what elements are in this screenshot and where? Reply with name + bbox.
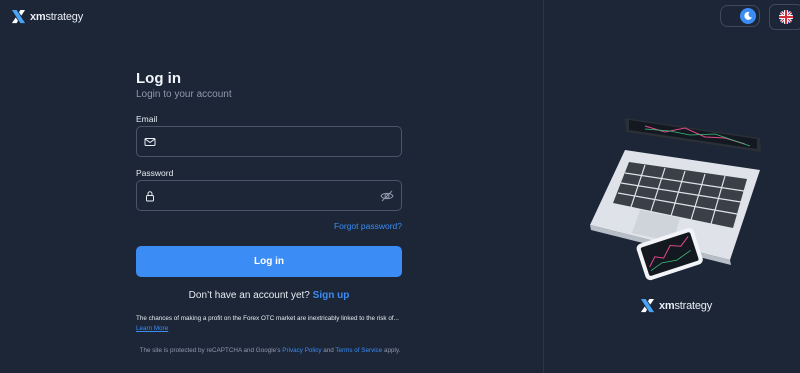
login-button[interactable]: Log in	[136, 246, 402, 277]
brand-logo-icon	[640, 298, 655, 313]
page-subtitle: Login to your account	[136, 89, 232, 100]
laptop-phone-illustration	[590, 118, 761, 281]
uk-flag-icon	[779, 10, 793, 24]
brand-logo-icon	[11, 9, 26, 24]
moon-icon	[740, 8, 756, 24]
recaptcha-notice: The site is protected by reCAPTCHA and G…	[136, 346, 404, 356]
recaptcha-and: and	[323, 347, 334, 354]
terms-of-service-link[interactable]: Terms of Service	[335, 347, 382, 354]
email-label: Email	[136, 114, 158, 124]
risk-disclaimer: The chances of making a profit on the Fo…	[136, 314, 404, 334]
signup-prompt: Don’t have an account yet? Sign up	[136, 290, 402, 301]
theme-toggle[interactable]	[720, 5, 760, 27]
recaptcha-text: The site is protected by reCAPTCHA and G…	[139, 347, 281, 354]
lock-icon	[146, 191, 154, 202]
promo-brand-name: xmstrategy	[659, 299, 713, 312]
eye-off-icon[interactable]	[380, 189, 394, 203]
brand-logo[interactable]: xmstrategy	[11, 9, 83, 24]
language-button[interactable]	[769, 4, 800, 30]
email-field[interactable]	[136, 126, 402, 157]
no-account-text: Don’t have an account yet?	[188, 290, 310, 301]
brand-name: xmstrategy	[30, 10, 84, 23]
risk-text: The chances of making a profit on the Fo…	[136, 315, 399, 322]
recaptcha-apply: apply.	[384, 347, 401, 354]
password-label: Password	[136, 168, 174, 178]
learn-more-link[interactable]: Learn More	[136, 325, 168, 332]
envelope-icon	[144, 138, 156, 146]
password-field[interactable]	[136, 180, 402, 211]
signup-link[interactable]: Sign up	[313, 290, 350, 301]
promo-brand-logo: xmstrategy	[640, 298, 712, 313]
privacy-policy-link[interactable]: Privacy Policy	[282, 347, 321, 354]
forgot-password-link[interactable]: Forgot password?	[334, 221, 402, 231]
page-title: Log in	[136, 70, 181, 87]
